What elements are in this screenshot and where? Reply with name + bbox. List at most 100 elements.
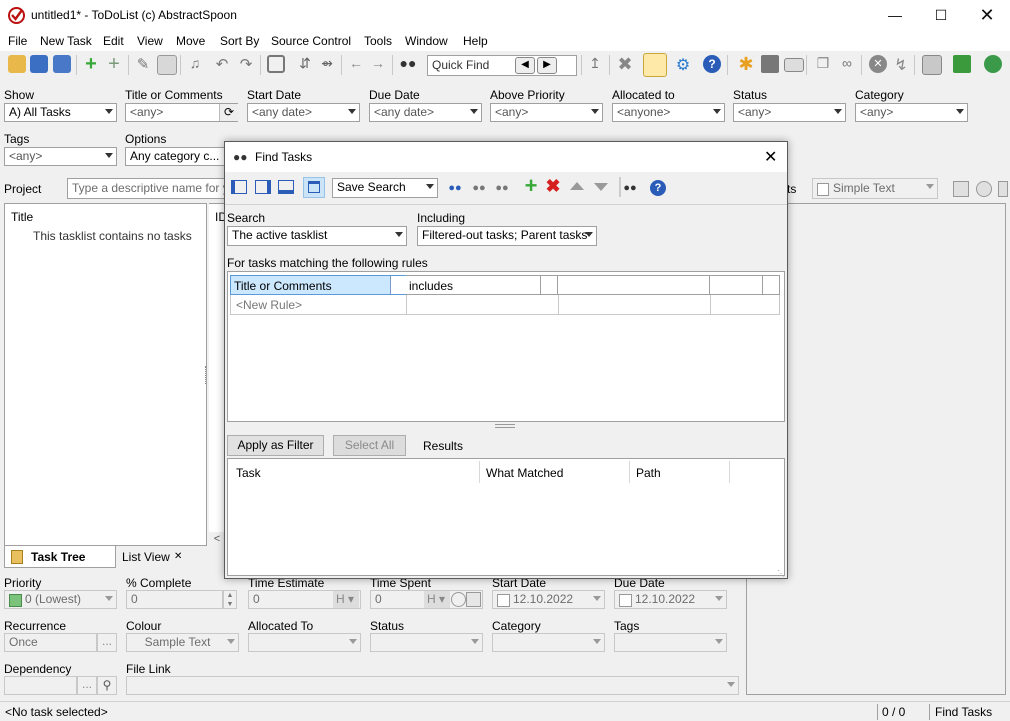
edit-card-icon[interactable] — [157, 55, 177, 75]
apply-as-filter-button[interactable]: Apply as Filter — [227, 435, 324, 456]
status-detail-combo[interactable] — [370, 633, 483, 652]
copy-task-icon[interactable]: ❐ — [814, 55, 832, 73]
menu-tools[interactable]: Tools — [364, 34, 392, 48]
rule-field-chevron-down-icon[interactable] — [390, 276, 406, 294]
rule-andor-chevron-down-icon[interactable] — [762, 276, 778, 294]
menu-view[interactable]: View — [137, 34, 163, 48]
next-arrow-icon[interactable]: → — [369, 55, 387, 73]
print-icon[interactable] — [761, 55, 779, 73]
results-column-path[interactable]: Path — [636, 466, 661, 480]
menu-move[interactable]: Move — [176, 34, 205, 48]
undo-icon[interactable]: ↶ — [213, 55, 231, 73]
money-icon[interactable] — [953, 55, 971, 73]
clock-icon[interactable] — [976, 181, 992, 197]
rule-operator-combo[interactable]: includes — [406, 275, 558, 295]
star-asterisk-icon[interactable]: ✱ — [737, 55, 755, 73]
delete-task-icon[interactable]: ✖ — [616, 55, 634, 73]
find-next-icon[interactable]: ▶ — [537, 57, 557, 74]
tab-task-tree[interactable]: Task Tree — [4, 546, 116, 568]
options-combo[interactable]: Any category c... — [125, 147, 238, 166]
menu-sort-by[interactable]: Sort By — [220, 34, 259, 48]
add-rule-icon[interactable]: + — [522, 175, 540, 197]
layout-left-icon[interactable] — [231, 180, 247, 194]
splitter-handle[interactable] — [495, 424, 515, 428]
dependency-ellipsis-button[interactable]: ... — [77, 676, 97, 695]
settings-gear-icon[interactable]: ⚙ — [674, 55, 692, 74]
minimize-icon[interactable]: — — [872, 0, 918, 31]
file-link-combo[interactable] — [126, 676, 739, 695]
comments-toolbar-icon[interactable] — [953, 181, 969, 197]
dock-toggle-button[interactable] — [303, 177, 325, 198]
scroll-left-arrow-icon[interactable]: < — [209, 532, 225, 546]
previous-arrow-icon[interactable]: ← — [347, 55, 365, 73]
menu-edit[interactable]: Edit — [103, 34, 124, 48]
expand-tree-icon[interactable]: ⇵ — [296, 55, 314, 73]
move-up-level-icon[interactable]: ↥ — [586, 55, 604, 73]
comments-format-combo[interactable]: Simple Text — [812, 178, 938, 199]
tags-combo[interactable]: <any> — [4, 147, 117, 166]
delete-search-icon[interactable]: ●● — [494, 180, 510, 196]
notes-icon[interactable] — [922, 55, 942, 75]
splitter-grip[interactable] — [205, 366, 208, 384]
move-rule-up-icon[interactable] — [570, 182, 584, 190]
search-scope-combo[interactable]: The active tasklist — [227, 226, 407, 246]
tab-list-view[interactable]: List View ✕ — [116, 546, 186, 567]
trash-icon[interactable] — [998, 181, 1008, 197]
new-search-icon[interactable]: ●● — [447, 180, 463, 196]
rule-field-combo[interactable]: Title or Comments — [230, 275, 406, 295]
lock-icon[interactable] — [643, 53, 667, 77]
select-all-button[interactable]: Select All — [333, 435, 406, 456]
recurrence-ellipsis-button[interactable]: ... — [97, 633, 117, 652]
due-date-combo[interactable]: <any date> — [369, 103, 482, 122]
rules-grid[interactable]: Title or Comments includes <New Rule> — [227, 271, 785, 422]
help-icon[interactable]: ? — [703, 55, 721, 73]
rule-operator-chevron-down-icon[interactable] — [540, 276, 556, 294]
tags-detail-combo[interactable] — [614, 633, 727, 652]
category-detail-combo[interactable] — [492, 633, 605, 652]
above-priority-combo[interactable]: <any> — [490, 103, 603, 122]
menu-source-control[interactable]: Source Control — [271, 34, 351, 48]
save-search-icon[interactable]: ●● — [471, 180, 487, 196]
detail-due-date-picker[interactable]: 12.10.2022 — [614, 590, 727, 609]
lightning-icon[interactable]: ↯ — [892, 55, 910, 74]
results-list[interactable]: Task What Matched Path — [227, 458, 785, 576]
menu-file[interactable]: File — [8, 34, 27, 48]
close-icon[interactable]: ✕ — [964, 0, 1010, 31]
new-rule-row[interactable]: <New Rule> — [230, 295, 780, 315]
dialog-help-icon[interactable]: ? — [650, 180, 666, 196]
layout-right-icon[interactable] — [255, 180, 271, 194]
results-column-what-matched[interactable]: What Matched — [486, 466, 563, 480]
email-icon[interactable] — [784, 58, 804, 72]
collapse-tree-icon[interactable]: ⇴ — [318, 55, 336, 73]
dependency-input[interactable] — [4, 676, 77, 695]
including-combo[interactable]: Filtered-out tasks; Parent tasks — [417, 226, 597, 246]
allocated-to-combo[interactable]: <anyone> — [612, 103, 725, 122]
move-rule-down-icon[interactable] — [594, 183, 608, 191]
results-column-task[interactable]: Task — [236, 466, 261, 480]
menu-help[interactable]: Help — [463, 34, 488, 48]
title-column-header[interactable]: Title — [11, 210, 33, 224]
rule-value-field[interactable] — [558, 275, 710, 295]
percent-complete-input[interactable]: 0 — [126, 590, 223, 609]
maximize-view-icon[interactable] — [267, 55, 285, 73]
save-all-icon[interactable] — [53, 55, 71, 73]
start-date-combo[interactable]: <any date> — [247, 103, 360, 122]
new-subtask-icon[interactable]: + — [105, 54, 123, 74]
colour-combo[interactable]: Sample Text — [126, 633, 239, 652]
task-tree-pane[interactable]: Title This tasklist contains no tasks — [4, 203, 207, 546]
reminder-bell-icon[interactable]: ♫ — [186, 55, 204, 73]
find-now-icon[interactable]: ●● — [622, 180, 638, 196]
rule-andor-combo[interactable] — [710, 275, 780, 295]
redo-icon[interactable]: ↷ — [237, 55, 255, 73]
due-date-checkbox[interactable] — [619, 594, 632, 607]
status-combo[interactable]: <any> — [733, 103, 846, 122]
dialog-close-icon[interactable]: ✕ — [764, 147, 777, 167]
detail-start-date-picker[interactable]: 12.10.2022 — [492, 590, 605, 609]
new-task-icon[interactable]: + — [82, 54, 100, 74]
project-name-input[interactable]: Type a descriptive name for your — [67, 178, 237, 199]
edit-pencil-icon[interactable]: ✎ — [134, 55, 152, 73]
show-combo[interactable]: A) All Tasks — [4, 103, 117, 122]
binoculars-icon[interactable]: ●● — [399, 55, 417, 73]
percent-spin-icon[interactable]: ▲ ▼ — [223, 590, 237, 609]
find-previous-icon[interactable]: ◀ — [515, 57, 535, 74]
